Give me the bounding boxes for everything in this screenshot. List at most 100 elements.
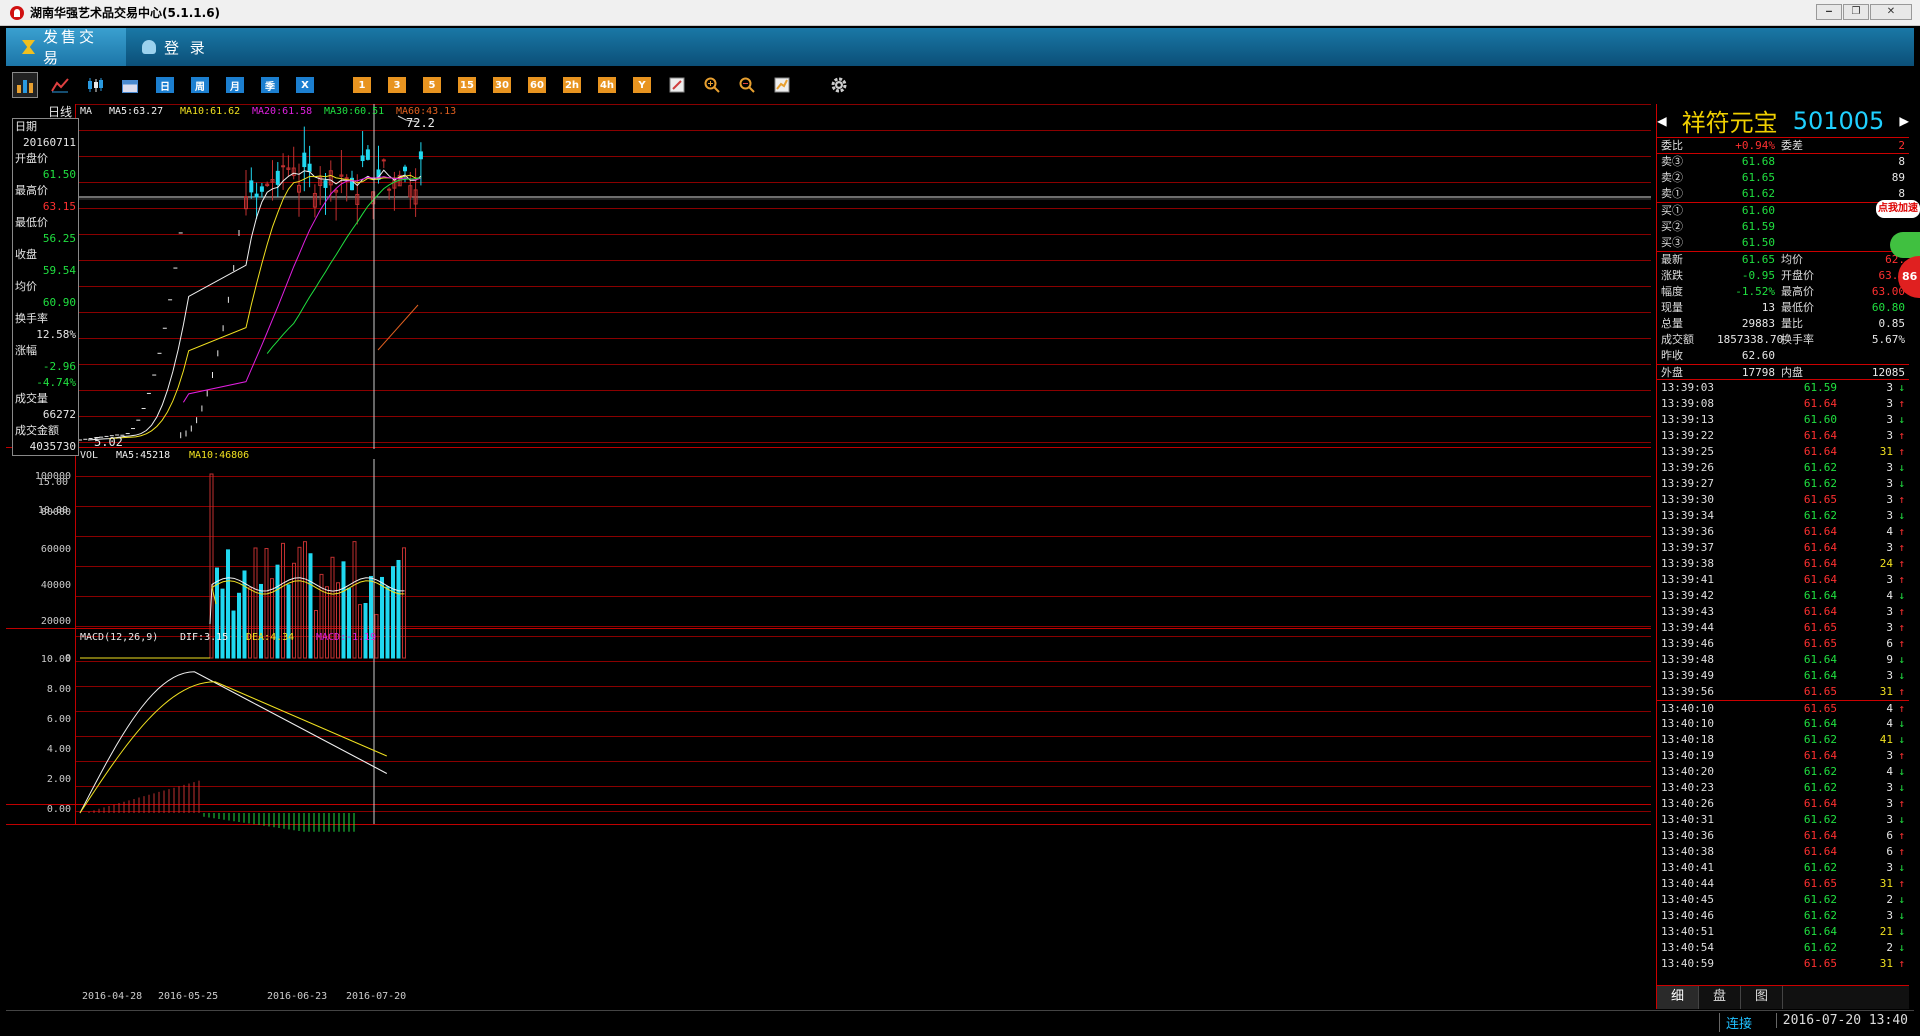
bid-label: 买① <box>1661 204 1683 217</box>
tick-list[interactable]: 13:39:03 61.59 3 ↓ 13:39:08 61.64 3 ↑ 13:39:13 61… <box>1657 380 1909 972</box>
window-controls: ‒ ❐ ✕ <box>1815 4 1912 20</box>
high-price-mark: 72.2 <box>406 116 435 130</box>
period-day-button[interactable]: 日 <box>152 72 178 98</box>
minimize-button[interactable]: ‒ <box>1816 4 1842 20</box>
hour-2-button[interactable]: 2h <box>559 72 585 98</box>
stat-value: 1857338.70 <box>1717 333 1784 346</box>
ma-value-label: MA5:63.27 <box>109 106 163 117</box>
year-button[interactable]: Y <box>629 72 655 98</box>
tick-time: 13:39:37 <box>1661 541 1714 554</box>
prev-symbol-icon[interactable]: ◀ <box>1657 111 1667 130</box>
tick-row: 13:39:44 61.65 3 ↑ <box>1657 620 1909 636</box>
tick-price: 61.64 <box>1803 445 1837 458</box>
candle-body <box>381 159 386 162</box>
volume-bar <box>231 610 236 659</box>
maximize-button[interactable]: ❐ <box>1843 4 1869 20</box>
tick-price: 61.62 <box>1803 909 1837 922</box>
tab-chart[interactable]: 图 <box>1741 986 1783 1009</box>
tick-price: 61.62 <box>1803 509 1837 522</box>
settings-icon[interactable] <box>826 72 852 98</box>
mascot-icon[interactable] <box>1890 232 1920 258</box>
tick-volume: 3 <box>1886 605 1893 618</box>
stat-row: 幅度 -1.52% 最高价 63.00 <box>1657 284 1909 300</box>
stat-label: 量比 <box>1781 317 1803 330</box>
tab-sale-trade[interactable]: 发售交易 <box>6 28 126 67</box>
bar-chart-icon[interactable] <box>12 72 38 98</box>
ask-volume: 89 <box>1891 171 1905 184</box>
minute-3-button[interactable]: 3 <box>384 72 410 98</box>
minute-1-button[interactable]: 1 <box>349 72 375 98</box>
tick-row: 13:39:27 61.62 3 ↓ <box>1657 476 1909 492</box>
tick-price: 61.64 <box>1803 653 1837 666</box>
minute-15-button[interactable]: 15 <box>454 72 480 98</box>
tick-price: 61.64 <box>1803 829 1837 842</box>
zoom-out-icon[interactable] <box>734 72 760 98</box>
tab-detail[interactable]: 细 <box>1657 986 1699 1009</box>
speedup-ad-bubble[interactable]: 点我加速 <box>1876 200 1920 218</box>
tick-volume: 4 <box>1886 589 1893 602</box>
bid-volume <box>1841 219 1905 235</box>
arrow-up-icon: ↑ <box>1898 573 1905 586</box>
tick-price: 61.65 <box>1803 637 1837 650</box>
stat-label: 总量 <box>1661 317 1683 330</box>
zoom-in-icon[interactable] <box>699 72 725 98</box>
tick-row: 13:39:13 61.60 3 ↓ <box>1657 412 1909 428</box>
macd-axis-tick: 8.00 <box>47 684 71 695</box>
stat-label: 换手率 <box>1781 333 1814 346</box>
arrow-down-icon: ↓ <box>1898 941 1905 954</box>
period-week-button[interactable]: 周 <box>187 72 213 98</box>
ask-row: 卖② 61.65 89 <box>1657 170 1909 186</box>
kline-chart-area[interactable]: 日线 MA MA5:63.27 MA10:61.62 MA20:61.58 MA30:60… <box>6 104 1656 1009</box>
tick-volume: 4 <box>1886 525 1893 538</box>
close-button[interactable]: ✕ <box>1870 4 1912 20</box>
ask-volume: 8 <box>1898 155 1905 168</box>
tick-row: 13:39:48 61.64 9 ↓ <box>1657 652 1909 668</box>
candle-body <box>259 186 264 192</box>
volume-bar <box>275 564 280 659</box>
period-quarter-button[interactable]: 季 <box>257 72 283 98</box>
candlestick-icon[interactable] <box>82 72 108 98</box>
draw-icon[interactable] <box>769 72 795 98</box>
stat-value: 62.60 <box>1741 349 1775 362</box>
bid-label: 买② <box>1661 220 1683 233</box>
stat-value: 60.80 <box>1871 301 1905 314</box>
line-chart-icon[interactable] <box>47 72 73 98</box>
quote-header: ◀ 祥符元宝 501005 ▶ <box>1657 104 1909 138</box>
tick-price: 61.62 <box>1803 781 1837 794</box>
tick-row: 13:40:46 61.62 3 ↓ <box>1657 908 1909 924</box>
info-value: -2.96 <box>42 360 76 373</box>
ma-value-label: MA10:61.62 <box>180 106 240 117</box>
candle-body <box>275 170 280 185</box>
volume-bar <box>237 592 241 659</box>
arrow-up-icon: ↑ <box>1898 541 1905 554</box>
bar-info-panel: 日期 20160711 开盘价 61.50 最高价 63.15 最低价 56.25 收盘 59.5… <box>12 118 79 456</box>
tick-volume: 3 <box>1886 493 1893 506</box>
stat-label: 均价 <box>1781 253 1803 266</box>
tick-time: 13:39:30 <box>1661 493 1714 506</box>
period-custom-button[interactable]: X <box>292 72 318 98</box>
tab-login[interactable]: 登 录 <box>126 28 224 66</box>
user-icon <box>142 40 156 54</box>
pen-icon[interactable] <box>664 72 690 98</box>
tick-row: 13:39:37 61.64 3 ↑ <box>1657 540 1909 556</box>
tick-price: 61.64 <box>1803 589 1837 602</box>
minute-5-button[interactable]: 5 <box>419 72 445 98</box>
volume-bar <box>380 576 384 659</box>
tick-price: 61.62 <box>1803 941 1837 954</box>
minute-30-button[interactable]: 30 <box>489 72 515 98</box>
tab-orderbook[interactable]: 盘 <box>1699 986 1741 1009</box>
next-symbol-icon[interactable]: ▶ <box>1899 111 1909 130</box>
hour-4-button[interactable]: 4h <box>594 72 620 98</box>
candle-body <box>307 163 312 172</box>
period-month-button[interactable]: 月 <box>222 72 248 98</box>
arrow-up-icon: ↑ <box>1898 397 1905 410</box>
tick-volume: 3 <box>1886 621 1893 634</box>
minute-60-button[interactable]: 60 <box>524 72 550 98</box>
tick-time: 13:39:26 <box>1661 461 1714 474</box>
calendar-icon[interactable] <box>117 72 143 98</box>
arrow-up-icon: ↑ <box>1898 845 1905 858</box>
tick-row: 13:40:38 61.64 6 ↑ <box>1657 844 1909 860</box>
